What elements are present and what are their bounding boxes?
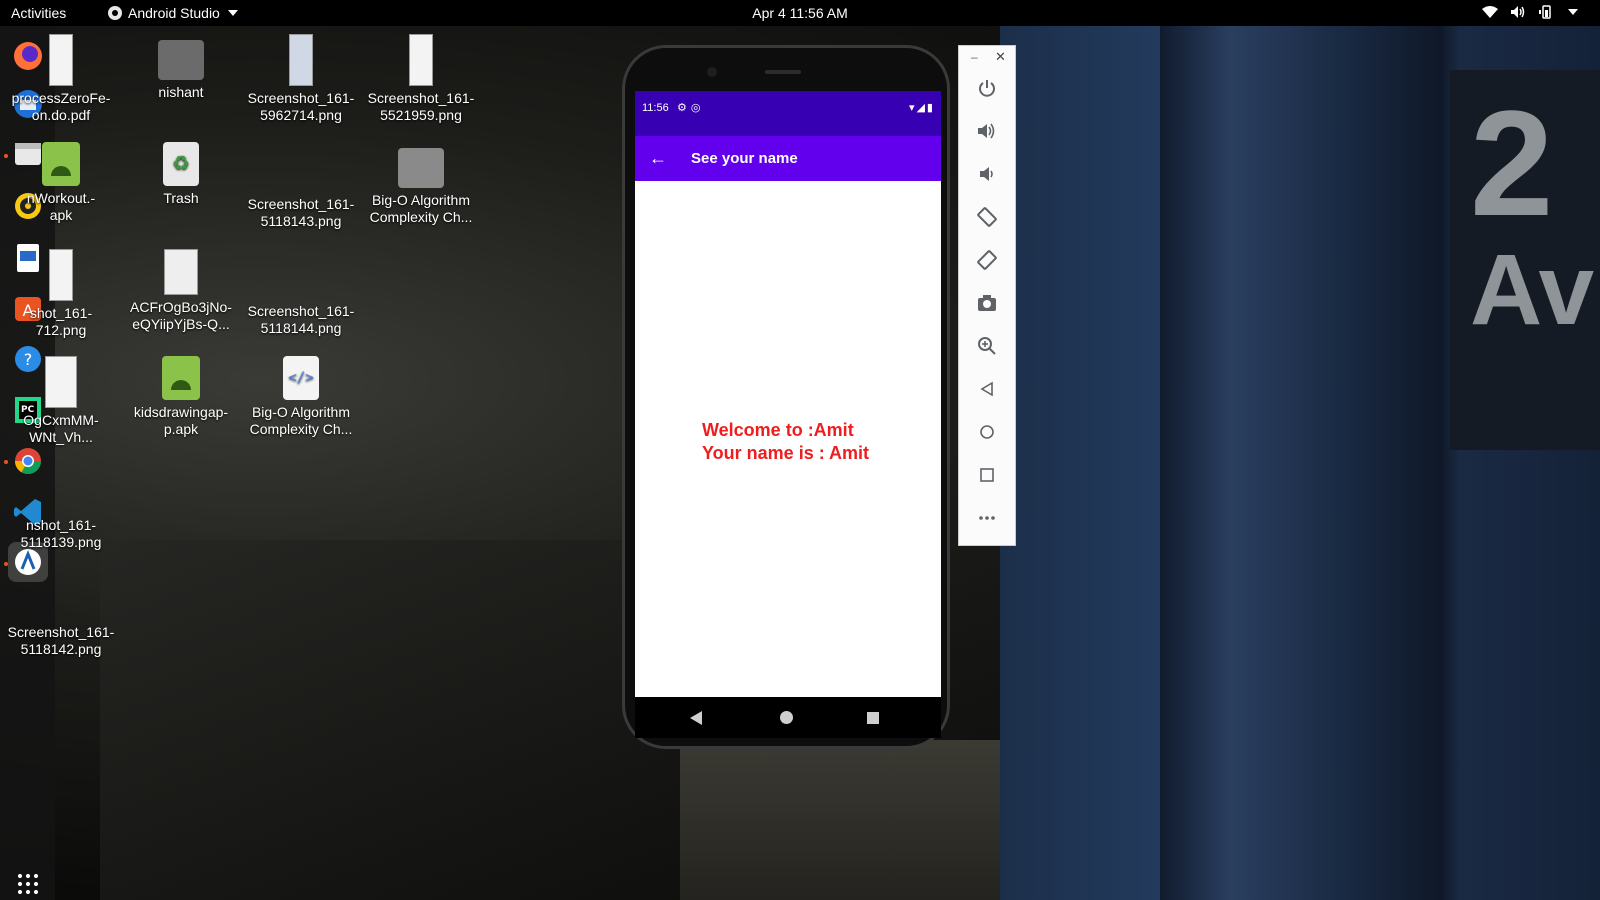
- camera-icon[interactable]: [973, 289, 1001, 317]
- status-time: 11:56: [642, 102, 669, 114]
- desktop-file-screenshot[interactable]: shot_161- 712.png: [2, 249, 120, 339]
- desktop-file-apk[interactable]: nWorkout.- apk: [2, 142, 120, 224]
- document-file-icon: [45, 356, 77, 408]
- desktop-file-screenshot[interactable]: Screenshot_161- 5118142.png: [2, 570, 120, 658]
- rotate-left-icon[interactable]: [973, 203, 1001, 231]
- more-icon[interactable]: [973, 504, 1001, 532]
- desktop-file-screenshot[interactable]: Screenshot_161- 5118144.png: [242, 249, 360, 337]
- desktop-file-apk[interactable]: kidsdrawingap- p.apk: [122, 356, 240, 438]
- desktop-file-label: Big-O Algorithm Complexity Ch...: [249, 404, 353, 437]
- code-file-icon: </>: [283, 356, 319, 400]
- desktop-file-screenshot[interactable]: Screenshot_161- 5962714.png: [242, 34, 360, 124]
- desktop-file-html[interactable]: </> Big-O Algorithm Complexity Ch...: [242, 356, 360, 438]
- phone-screen[interactable]: 11:56 ⚙◎ ▾◢▮ ← See your name Welcome to …: [635, 91, 941, 738]
- image-file-icon: [289, 34, 313, 86]
- image-file-icon: [290, 142, 312, 192]
- image-file-icon: [164, 249, 198, 295]
- desktop-file-document[interactable]: OgCxmMM- WNt_Vh...: [2, 356, 120, 446]
- desktop-file-label: Trash: [163, 190, 199, 206]
- pdf-file-icon: [49, 34, 73, 86]
- desktop-trash[interactable]: ♻ Trash: [122, 142, 240, 207]
- image-file-icon: [50, 463, 72, 513]
- wifi-icon: [1482, 5, 1498, 19]
- settings-icon: ⚙◎: [677, 102, 705, 114]
- folder-icon: [398, 148, 444, 188]
- desktop-file-pdf[interactable]: processZeroFe- on.do.pdf: [2, 34, 120, 124]
- battery-icon: [1538, 5, 1554, 19]
- desktop-file-screenshot[interactable]: nshot_161- 5118139.png: [2, 463, 120, 551]
- desktop-file-label: nishant: [158, 84, 204, 100]
- wallpaper-platform: [680, 740, 1000, 900]
- show-applications-icon[interactable]: [18, 874, 38, 894]
- wallpaper-sign-number: 2: [1470, 79, 1554, 247]
- overview-icon[interactable]: [973, 461, 1001, 489]
- rotate-right-icon[interactable]: [973, 246, 1001, 274]
- top-bar: Activities Android Studio Apr 4 11:56 AM: [0, 0, 1600, 26]
- desktop-file-label: kidsdrawingap- p.apk: [133, 404, 229, 437]
- app-bar: ← See your name: [635, 136, 941, 181]
- speaker-grille: [765, 70, 801, 74]
- chevron-down-icon: [1568, 9, 1578, 15]
- apk-file-icon: [42, 142, 80, 186]
- volume-icon: [1510, 5, 1526, 19]
- desktop-file-label: Screenshot_161- 5118144.png: [247, 303, 355, 336]
- greeting-text: Welcome to :Amit Your name is : Amit: [702, 419, 869, 465]
- back-icon[interactable]: [973, 375, 1001, 403]
- power-icon[interactable]: [973, 74, 1001, 102]
- close-icon[interactable]: ✕: [995, 49, 1006, 65]
- image-file-icon: [409, 34, 433, 86]
- desktop-file-screenshot[interactable]: Screenshot_161- 5521959.png: [362, 34, 480, 124]
- desktop-file-label: Screenshot_161- 5521959.png: [367, 90, 475, 123]
- desktop-folder-bigo[interactable]: Big-O Algorithm Complexity Ch...: [362, 142, 480, 226]
- volume-up-icon[interactable]: [973, 117, 1001, 145]
- desktop-file-image[interactable]: ACFrOgBo3jNo- eQYiipYjBs-Q...: [122, 249, 240, 333]
- system-tray[interactable]: [1482, 5, 1578, 19]
- minimize-icon[interactable]: –: [971, 50, 978, 64]
- nav-overview-icon[interactable]: [867, 712, 879, 724]
- image-file-icon: [290, 249, 312, 299]
- desktop-file-label: Screenshot_161- 5118142.png: [7, 624, 115, 657]
- back-arrow-icon[interactable]: ←: [649, 147, 667, 169]
- welcome-line: Welcome to :Amit: [702, 420, 854, 440]
- image-file-icon: [49, 249, 73, 301]
- emulator-phone: 11:56 ⚙◎ ▾◢▮ ← See your name Welcome to …: [622, 45, 950, 749]
- image-file-icon: [50, 570, 72, 620]
- desktop-folder-nishant[interactable]: nishant: [122, 34, 240, 101]
- apk-file-icon: [162, 356, 200, 400]
- clock[interactable]: Apr 4 11:56 AM: [752, 5, 847, 21]
- android-nav-bar: [635, 697, 941, 738]
- desktop-file-label: shot_161- 712.png: [29, 305, 93, 338]
- app-content: Welcome to :Amit Your name is : Amit: [635, 181, 941, 697]
- desktop-file-label: Big-O Algorithm Complexity Ch...: [369, 192, 473, 225]
- camera-icon: [707, 67, 717, 77]
- desktop-file-label: ACFrOgBo3jNo- eQYiipYjBs-Q...: [130, 299, 232, 332]
- desktop-file-label: nshot_161- 5118139.png: [20, 517, 102, 550]
- desktop-file-screenshot[interactable]: Screenshot_161- 5118143.png: [242, 142, 360, 230]
- desktop-file-label: Screenshot_161- 5118143.png: [247, 196, 355, 229]
- nav-back-icon[interactable]: [690, 711, 702, 725]
- emulator-toolbar: – ✕: [958, 45, 1016, 546]
- trash-icon: ♻: [163, 142, 199, 186]
- android-status-bar: 11:56 ⚙◎ ▾◢▮: [635, 91, 941, 136]
- volume-down-icon[interactable]: [973, 160, 1001, 188]
- wallpaper-sign-text: Av: [1470, 234, 1595, 346]
- desktop-file-label: nWorkout.- apk: [26, 190, 96, 223]
- desktop-file-label: Screenshot_161- 5962714.png: [247, 90, 355, 123]
- desktop-file-label: processZeroFe- on.do.pdf: [11, 90, 111, 123]
- desktop-file-label: OgCxmMM- WNt_Vh...: [23, 412, 99, 445]
- signal-battery-icon: ▾◢▮: [908, 102, 935, 114]
- home-folder-icon: [158, 40, 204, 80]
- app-title: See your name: [691, 150, 798, 167]
- nav-home-icon[interactable]: [780, 711, 793, 724]
- name-line: Your name is : Amit: [702, 443, 870, 463]
- zoom-icon[interactable]: [973, 332, 1001, 360]
- home-icon[interactable]: [973, 418, 1001, 446]
